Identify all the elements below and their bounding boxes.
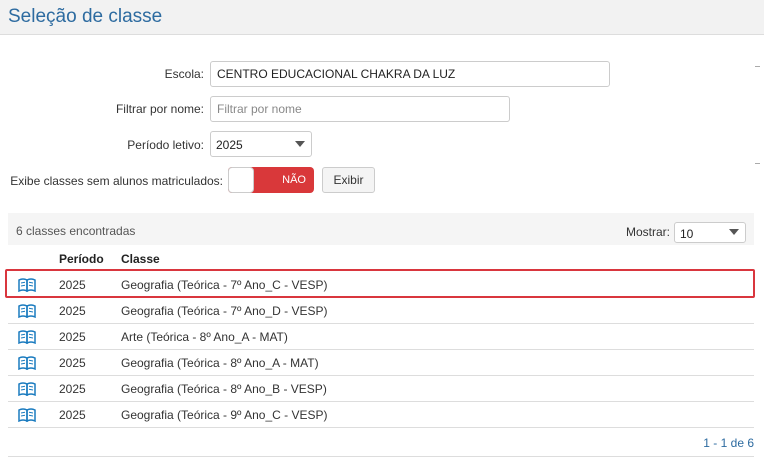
mostrar-select[interactable]: 10 <box>674 222 746 243</box>
mostrar-label: Mostrar: <box>626 225 671 239</box>
escola-field[interactable] <box>210 61 610 87</box>
open-book-icon[interactable] <box>18 356 36 371</box>
table-row[interactable]: 2025 Geografia (Teórica - 7º Ano_D - VESP… <box>8 298 754 324</box>
results-bar: 6 classes encontradas Mostrar: <box>8 213 754 245</box>
chevron-down-icon <box>729 229 739 235</box>
row-classe: Geografia (Teórica - 9º Ano_C - VESP) <box>121 408 328 422</box>
open-book-icon[interactable] <box>18 304 36 319</box>
exibir-button[interactable]: Exibir <box>322 167 375 193</box>
open-book-icon[interactable] <box>18 408 36 423</box>
divider <box>8 456 754 457</box>
results-count: 6 classes encontradas <box>16 224 136 238</box>
toggle-state-text: NÃO <box>282 174 306 186</box>
open-book-icon[interactable] <box>18 382 36 397</box>
row-periodo: 2025 <box>59 356 86 370</box>
table-row[interactable]: 2025 Geografia (Teórica - 8º Ano_B - VESP… <box>8 376 754 402</box>
filtro-label: Filtrar por nome: <box>115 102 204 116</box>
periodo-value: 2025 <box>216 138 243 152</box>
exibe-label: Exibe classes sem alunos matriculados: <box>10 174 223 188</box>
row-classe: Arte (Teórica - 8º Ano_A - MAT) <box>121 330 288 344</box>
row-periodo: 2025 <box>59 408 86 422</box>
row-classe: Geografia (Teórica - 8º Ano_A - MAT) <box>121 356 319 370</box>
row-classe: Geografia (Teórica - 8º Ano_B - VESP) <box>121 382 327 396</box>
page-header: Seleção de classe <box>0 0 764 35</box>
column-header-classe: Classe <box>121 252 160 266</box>
pagination-info: 1 - 1 de 6 <box>703 436 754 450</box>
row-periodo: 2025 <box>59 330 86 344</box>
edge-mark <box>755 66 760 67</box>
exibe-toggle[interactable]: NÃO <box>228 167 314 193</box>
open-book-icon[interactable] <box>18 330 36 345</box>
table-row[interactable]: 2025 Arte (Teórica - 8º Ano_A - MAT) <box>8 324 754 350</box>
column-header-periodo: Período <box>59 252 104 266</box>
page-title: Seleção de classe <box>8 6 163 27</box>
filter-name-input[interactable] <box>210 96 510 122</box>
table-row[interactable]: 2025 Geografia (Teórica - 8º Ano_A - MAT) <box>8 350 754 376</box>
toggle-knob <box>228 167 254 193</box>
table-row[interactable]: 2025 Geografia (Teórica - 9º Ano_C - VESP… <box>8 402 754 428</box>
edge-mark <box>755 163 760 164</box>
periodo-label: Período letivo: <box>127 138 204 152</box>
row-periodo: 2025 <box>59 304 86 318</box>
row-periodo: 2025 <box>59 382 86 396</box>
chevron-down-icon <box>295 141 305 147</box>
mostrar-value: 10 <box>680 227 694 241</box>
selected-row-highlight <box>5 269 755 298</box>
periodo-select[interactable]: 2025 <box>210 131 312 157</box>
row-classe: Geografia (Teórica - 7º Ano_D - VESP) <box>121 304 328 318</box>
escola-label: Escola: <box>164 67 204 81</box>
